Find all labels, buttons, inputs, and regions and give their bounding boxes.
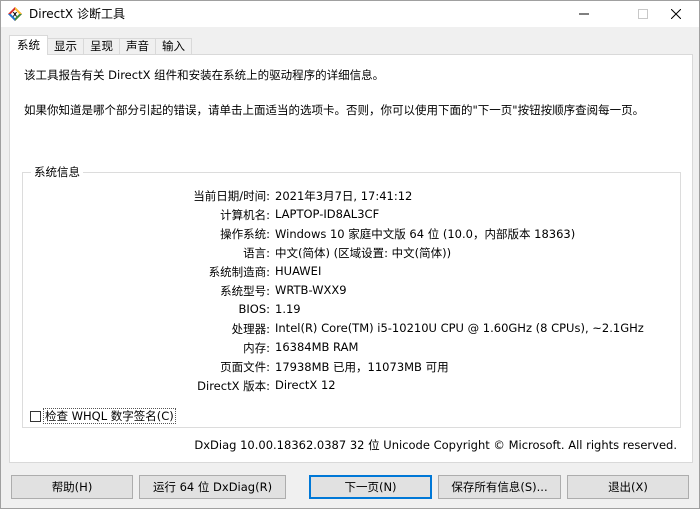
info-value: WRTB-WXX9	[275, 283, 347, 297]
info-label: 当前日期/时间:	[193, 189, 270, 203]
info-label: BIOS:	[238, 302, 270, 316]
info-row-bios: BIOS: 1.19	[23, 302, 663, 320]
close-button[interactable]	[653, 1, 699, 27]
info-value: 中文(简体) (区域设置: 中文(简体))	[275, 246, 452, 260]
info-label: 处理器:	[231, 322, 270, 336]
intro-text-1: 该工具报告有关 DirectX 组件和安装在系统上的驱动程序的详细信息。	[24, 68, 385, 82]
info-label: 页面文件:	[220, 360, 270, 374]
minimize-icon	[579, 13, 589, 15]
save-all-info-button[interactable]: 保存所有信息(S)...	[438, 475, 561, 499]
tab-display[interactable]: 显示	[47, 38, 84, 55]
intro-text-2: 如果你知道是哪个部分引起的错误，请单击上面适当的选项卡。否则，你可以使用下面的"…	[24, 103, 645, 117]
tab-sound[interactable]: 声音	[119, 38, 156, 55]
whql-checkbox[interactable]	[30, 410, 41, 422]
info-row-processor: 处理器: Intel(R) Core(TM) i5-10210U CPU @ 1…	[23, 321, 663, 339]
version-copyright: DxDiag 10.00.18362.0387 32 位 Unicode Cop…	[194, 438, 677, 452]
help-button[interactable]: 帮助(H)	[11, 475, 133, 499]
run-64bit-dxdiag-button[interactable]: 运行 64 位 DxDiag(R)	[139, 475, 286, 499]
info-row-directx-version: DirectX 版本: DirectX 12	[23, 378, 663, 396]
maximize-icon	[638, 9, 648, 19]
dxdiag-window: X DirectX 诊断工具 系统 显示 呈现 声音 输入 该工具报告有关 Di…	[0, 0, 700, 509]
info-row-manufacturer: 系统制造商: HUAWEI	[23, 264, 663, 282]
info-label: 语言:	[243, 246, 270, 260]
close-icon	[671, 9, 681, 19]
info-label: 计算机名:	[220, 208, 270, 222]
info-label: 内存:	[243, 341, 270, 355]
tab-system[interactable]: 系统	[9, 35, 48, 55]
directx-app-icon: X	[8, 7, 22, 21]
info-label: DirectX 版本:	[197, 379, 270, 393]
info-label: 操作系统:	[220, 227, 270, 241]
tab-input[interactable]: 输入	[155, 38, 192, 55]
system-info-group: 系统信息 当前日期/时间: 2021年3月7日, 17:41:12 计算机名: …	[22, 165, 681, 428]
info-row-computer-name: 计算机名: LAPTOP-ID8AL3CF	[23, 207, 663, 225]
info-row-language: 语言: 中文(简体) (区域设置: 中文(简体))	[23, 245, 663, 263]
info-value: DirectX 12	[275, 378, 336, 392]
whql-check[interactable]: 检查 WHQL 数字签名(C)	[30, 408, 176, 424]
info-value: 16384MB RAM	[275, 340, 359, 354]
info-label: 系统型号:	[220, 284, 270, 298]
info-value: 17938MB 已用，11073MB 可用	[275, 360, 449, 374]
info-value: Windows 10 家庭中文版 64 位 (10.0，内部版本 18363)	[275, 227, 576, 241]
info-row-datetime: 当前日期/时间: 2021年3月7日, 17:41:12	[23, 188, 663, 206]
info-value: LAPTOP-ID8AL3CF	[275, 207, 380, 221]
info-value: Intel(R) Core(TM) i5-10210U CPU @ 1.60GH…	[275, 321, 644, 335]
whql-checkbox-label[interactable]: 检查 WHQL 数字签名(C)	[43, 408, 176, 424]
info-row-os: 操作系统: Windows 10 家庭中文版 64 位 (10.0，内部版本 1…	[23, 226, 663, 244]
minimize-button[interactable]	[561, 1, 607, 27]
info-label: 系统制造商:	[208, 265, 270, 279]
window-title: DirectX 诊断工具	[29, 7, 125, 21]
svg-text:X: X	[13, 12, 18, 19]
info-value: 2021年3月7日, 17:41:12	[275, 189, 413, 203]
info-value: 1.19	[275, 302, 301, 316]
group-title: 系统信息	[31, 165, 83, 179]
exit-button[interactable]: 退出(X)	[567, 475, 689, 499]
info-value: HUAWEI	[275, 264, 322, 278]
tab-strip: 系统 显示 呈现 声音 输入	[9, 35, 192, 55]
next-page-button[interactable]: 下一页(N)	[309, 475, 432, 499]
title-bar[interactable]: X DirectX 诊断工具	[1, 1, 699, 27]
info-row-memory: 内存: 16384MB RAM	[23, 340, 663, 358]
tab-render[interactable]: 呈现	[83, 38, 120, 55]
info-row-model: 系统型号: WRTB-WXX9	[23, 283, 663, 301]
info-row-page-file: 页面文件: 17938MB 已用，11073MB 可用	[23, 359, 663, 377]
system-tab-panel: 该工具报告有关 DirectX 组件和安装在系统上的驱动程序的详细信息。 如果你…	[9, 54, 693, 463]
